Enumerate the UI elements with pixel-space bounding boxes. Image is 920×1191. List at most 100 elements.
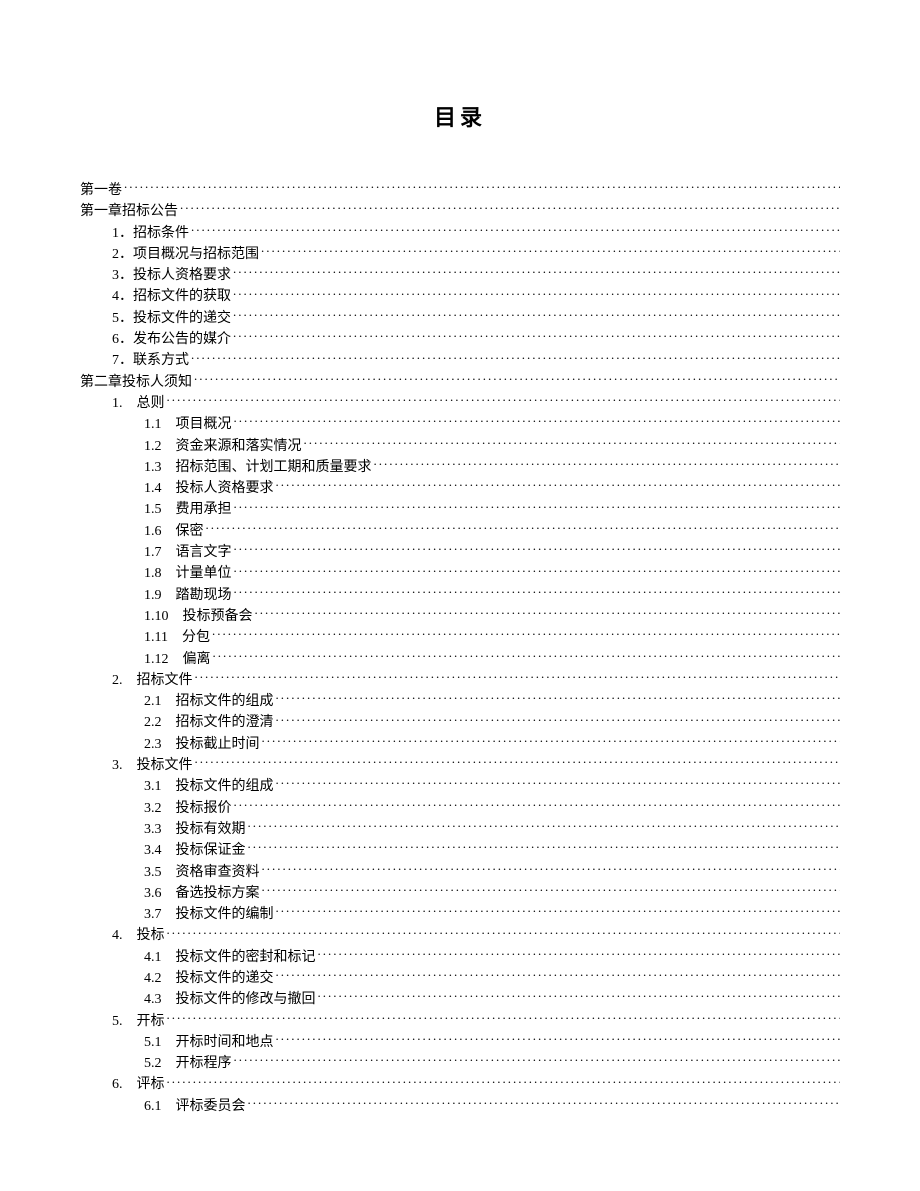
toc-leader-dots bbox=[262, 862, 841, 876]
toc-entry-label: 3.7 投标文件的编制 bbox=[144, 905, 274, 925]
toc-entry: 1.9 踏勘现场 bbox=[80, 585, 840, 606]
toc-leader-dots bbox=[234, 542, 841, 556]
toc-entry-label: 3.6 备选投标方案 bbox=[144, 884, 260, 904]
toc-leader-dots bbox=[234, 1053, 841, 1067]
toc-entry: 5．投标文件的递交 bbox=[80, 308, 840, 329]
toc-leader-dots bbox=[233, 265, 840, 279]
toc-entry-label: 6. 评标 bbox=[112, 1075, 165, 1095]
toc-leader-dots bbox=[194, 372, 840, 386]
toc-leader-dots bbox=[318, 989, 841, 1003]
toc-leader-dots bbox=[276, 904, 841, 918]
toc-entry: 6.1 评标委员会 bbox=[80, 1096, 840, 1117]
toc-entry-label: 4．招标文件的获取 bbox=[112, 287, 231, 307]
toc-entry: 1.8 计量单位 bbox=[80, 563, 840, 584]
toc-entry: 4.1 投标文件的密封和标记 bbox=[80, 947, 840, 968]
toc-leader-dots bbox=[180, 201, 840, 215]
toc-entry: 1.5 费用承担 bbox=[80, 499, 840, 520]
toc-leader-dots bbox=[262, 734, 841, 748]
toc-entry: 3.3 投标有效期 bbox=[80, 819, 840, 840]
toc-entry-label: 4.1 投标文件的密封和标记 bbox=[144, 948, 316, 968]
toc-entry-label: 第二章投标人须知 bbox=[80, 373, 192, 393]
toc-entry: 3.2 投标报价 bbox=[80, 798, 840, 819]
toc-entry-label: 2.3 投标截止时间 bbox=[144, 735, 260, 755]
toc-entry: 3.5 资格审查资料 bbox=[80, 862, 840, 883]
toc-entry-label: 4.2 投标文件的递交 bbox=[144, 969, 274, 989]
toc-entry: 3．投标人资格要求 bbox=[80, 265, 840, 286]
toc-leader-dots bbox=[276, 968, 841, 982]
toc-entry-label: 5.2 开标程序 bbox=[144, 1054, 232, 1074]
toc-leader-dots bbox=[248, 819, 841, 833]
toc-leader-dots bbox=[276, 712, 841, 726]
toc-entry-label: 1.2 资金来源和落实情况 bbox=[144, 437, 302, 457]
toc-leader-dots bbox=[234, 563, 841, 577]
toc-entry: 1.2 资金来源和落实情况 bbox=[80, 436, 840, 457]
toc-leader-dots bbox=[191, 223, 840, 237]
toc-entry-label: 1．招标条件 bbox=[112, 224, 189, 244]
toc-entry-label: 3. 投标文件 bbox=[112, 756, 193, 776]
toc-entry-label: 1.4 投标人资格要求 bbox=[144, 479, 274, 499]
toc-entry: 6．发布公告的媒介 bbox=[80, 329, 840, 350]
toc-leader-dots bbox=[248, 840, 841, 854]
toc-entry: 7．联系方式 bbox=[80, 350, 840, 371]
toc-entry-label: 第一章招标公告 bbox=[80, 202, 178, 222]
toc-entry: 2.1 招标文件的组成 bbox=[80, 691, 840, 712]
toc-entry-label: 2.1 招标文件的组成 bbox=[144, 692, 274, 712]
toc-entry-label: 1.1 项目概况 bbox=[144, 415, 232, 435]
toc-leader-dots bbox=[191, 350, 840, 364]
toc-entry-label: 2. 招标文件 bbox=[112, 671, 193, 691]
toc-entry: 1.4 投标人资格要求 bbox=[80, 478, 840, 499]
toc-entry-label: 5.1 开标时间和地点 bbox=[144, 1033, 274, 1053]
toc-entry-label: 1. 总则 bbox=[112, 394, 165, 414]
toc-entry-label: 1.5 费用承担 bbox=[144, 500, 232, 520]
toc-leader-dots bbox=[234, 798, 841, 812]
toc-entry: 1.10 投标预备会 bbox=[80, 606, 840, 627]
toc-entry: 1.6 保密 bbox=[80, 521, 840, 542]
toc-entry-label: 1.10 投标预备会 bbox=[144, 607, 253, 627]
toc-entry-label: 3.1 投标文件的组成 bbox=[144, 777, 274, 797]
toc-leader-dots bbox=[233, 308, 840, 322]
toc-leader-dots bbox=[374, 457, 841, 471]
toc-leader-dots bbox=[233, 329, 840, 343]
toc-entry-label: 5．投标文件的递交 bbox=[112, 309, 231, 329]
toc-leader-dots bbox=[276, 1032, 841, 1046]
toc-entry: 3. 投标文件 bbox=[80, 755, 840, 776]
toc-entry-label: 3.5 资格审查资料 bbox=[144, 863, 260, 883]
toc-entry-label: 3．投标人资格要求 bbox=[112, 266, 231, 286]
toc-entry: 3.4 投标保证金 bbox=[80, 840, 840, 861]
toc-entry: 2.3 投标截止时间 bbox=[80, 734, 840, 755]
toc-leader-dots bbox=[318, 947, 841, 961]
toc-entry: 1.3 招标范围、计划工期和质量要求 bbox=[80, 457, 840, 478]
toc-entry: 1.1 项目概况 bbox=[80, 414, 840, 435]
toc-entry-label: 6．发布公告的媒介 bbox=[112, 330, 231, 350]
document-page: 目录 第一卷第一章招标公告1．招标条件2．项目概况与招标范围3．投标人资格要求4… bbox=[0, 0, 920, 1191]
toc-leader-dots bbox=[213, 649, 841, 663]
toc-entry: 5. 开标 bbox=[80, 1011, 840, 1032]
toc-leader-dots bbox=[276, 691, 841, 705]
toc-entry: 2．项目概况与招标范围 bbox=[80, 244, 840, 265]
toc-entry-label: 第一卷 bbox=[80, 181, 122, 201]
toc-entry-label: 1.12 偏离 bbox=[144, 650, 211, 670]
toc-entry-label: 1.8 计量单位 bbox=[144, 564, 232, 584]
toc-leader-dots bbox=[304, 436, 841, 450]
toc-entry: 第二章投标人须知 bbox=[80, 372, 840, 393]
toc-entry-label: 1.9 踏勘现场 bbox=[144, 586, 232, 606]
toc-leader-dots bbox=[234, 585, 841, 599]
toc-leader-dots bbox=[255, 606, 841, 620]
toc-leader-dots bbox=[276, 776, 841, 790]
toc-entry: 4.3 投标文件的修改与撤回 bbox=[80, 989, 840, 1010]
toc-title: 目录 bbox=[80, 100, 840, 132]
toc-entry: 4. 投标 bbox=[80, 925, 840, 946]
toc-entry-label: 3.4 投标保证金 bbox=[144, 841, 246, 861]
toc-entry-label: 1.7 语言文字 bbox=[144, 543, 232, 563]
toc-entry: 2.2 招标文件的澄清 bbox=[80, 712, 840, 733]
toc-entry-label: 1.6 保密 bbox=[144, 522, 204, 542]
toc-entry: 3.1 投标文件的组成 bbox=[80, 776, 840, 797]
toc-entry: 第一章招标公告 bbox=[80, 201, 840, 222]
toc-leader-dots bbox=[124, 180, 840, 194]
toc-entry: 6. 评标 bbox=[80, 1074, 840, 1095]
toc-entry: 4．招标文件的获取 bbox=[80, 286, 840, 307]
toc-entry-label: 4. 投标 bbox=[112, 926, 165, 946]
toc-entry: 5.2 开标程序 bbox=[80, 1053, 840, 1074]
toc-entry-label: 5. 开标 bbox=[112, 1012, 165, 1032]
toc-leader-dots bbox=[206, 521, 841, 535]
